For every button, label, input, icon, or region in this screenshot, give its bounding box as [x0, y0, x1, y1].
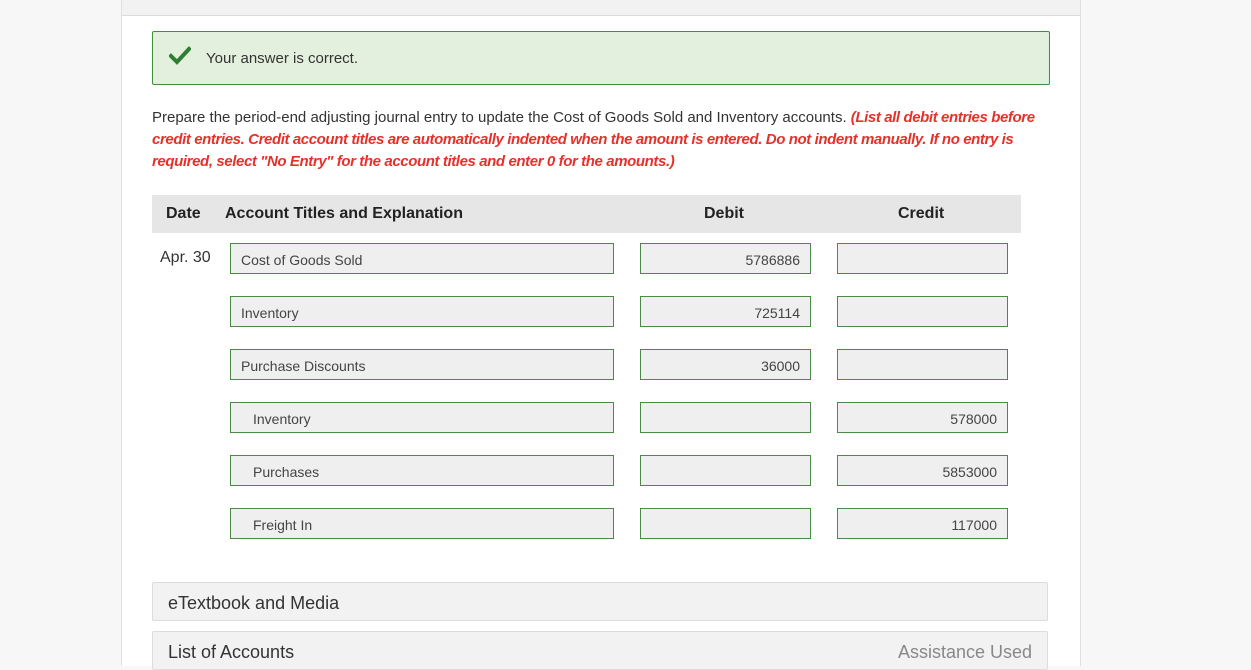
success-message: Your answer is correct. — [206, 50, 359, 67]
etextbook-label: eTextbook and Media — [168, 593, 340, 613]
account-title-field[interactable]: Purchases — [230, 455, 614, 486]
credit-field[interactable]: 5853000 — [837, 455, 1008, 486]
account-title-field[interactable]: Purchase Discounts — [230, 349, 614, 380]
credit-field[interactable] — [837, 296, 1008, 327]
journal-row: Purchases 5853000 — [152, 455, 1022, 489]
journal-row: Inventory 725114 — [152, 296, 1022, 330]
instructions: Prepare the period-end adjusting journal… — [152, 107, 1042, 173]
account-title-field[interactable]: Inventory — [230, 402, 614, 433]
account-title-field[interactable]: Inventory — [230, 296, 614, 327]
journal-row: Purchase Discounts 36000 — [152, 349, 1022, 383]
row-date: Apr. 30 — [160, 249, 211, 266]
journal-row: Inventory 578000 — [152, 402, 1022, 436]
journal-row: Freight In 117000 — [152, 508, 1022, 542]
top-bar — [122, 0, 1080, 16]
header-date: Date — [166, 205, 201, 222]
list-of-accounts-label: List of Accounts — [168, 642, 295, 662]
checkmark-icon — [168, 46, 192, 66]
journal-table-header: Date Account Titles and Explanation Debi… — [152, 195, 1021, 233]
debit-field[interactable] — [640, 402, 811, 433]
credit-field[interactable] — [837, 349, 1008, 380]
list-of-accounts-toggle[interactable]: List of Accounts Assistance Used — [152, 631, 1048, 670]
debit-field[interactable] — [640, 455, 811, 486]
content-panel: Your answer is correct. Prepare the peri… — [121, 0, 1081, 670]
header-credit: Credit — [898, 205, 945, 222]
debit-field[interactable]: 725114 — [640, 296, 811, 327]
debit-field[interactable]: 36000 — [640, 349, 811, 380]
credit-field[interactable] — [837, 243, 1008, 274]
assistance-used-label: Assistance Used — [897, 642, 1032, 662]
header-account: Account Titles and Explanation — [225, 205, 463, 222]
debit-field[interactable]: 5786886 — [640, 243, 811, 274]
credit-field[interactable]: 578000 — [837, 402, 1008, 433]
success-banner: Your answer is correct. — [152, 31, 1050, 85]
header-debit: Debit — [704, 205, 744, 222]
credit-field[interactable]: 117000 — [837, 508, 1008, 539]
etextbook-media-toggle[interactable]: eTextbook and Media — [152, 582, 1048, 621]
journal-row: Apr. 30 Cost of Goods Sold 5786886 — [152, 243, 1022, 277]
instructions-text: Prepare the period-end adjusting journal… — [152, 109, 847, 126]
account-title-field[interactable]: Freight In — [230, 508, 614, 539]
account-title-field[interactable]: Cost of Goods Sold — [230, 243, 614, 274]
debit-field[interactable] — [640, 508, 811, 539]
